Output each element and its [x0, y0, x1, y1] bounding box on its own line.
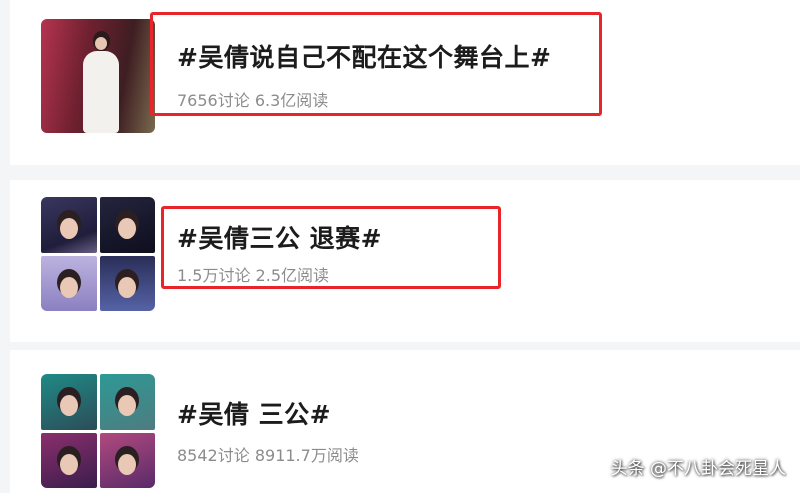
thumbnail-image — [99, 374, 155, 430]
topic-thumbnail-grid[interactable] — [41, 374, 155, 488]
topic-card-1[interactable]: #吴倩说自己不配在这个舞台上# 7656讨论 6.3亿阅读 — [10, 0, 800, 165]
topic-card-2[interactable]: #吴倩三公 退赛# 1.5万讨论 2.5亿阅读 — [10, 180, 800, 342]
thumbnail-image — [99, 197, 155, 253]
read-count: 8911.7万阅读 — [254, 446, 359, 465]
thumbnail-image — [99, 432, 155, 488]
stage-performer-image — [81, 31, 121, 133]
thumbnail-image — [41, 374, 97, 430]
thumbnail-image — [41, 432, 97, 488]
topic-title[interactable]: #吴倩 三公# — [177, 395, 331, 431]
thumbnail-image — [99, 255, 155, 311]
topic-stats: 8542讨论 8911.7万阅读 — [177, 442, 359, 466]
discussion-count: 8542讨论 — [177, 446, 250, 465]
red-highlight-box — [150, 12, 602, 116]
red-highlight-box — [161, 206, 501, 289]
watermark-text: 头条 @不八卦会死星人 — [610, 459, 786, 479]
topic-thumbnail-grid[interactable] — [41, 197, 155, 311]
thumbnail-image — [41, 197, 97, 253]
thumbnail-image — [41, 255, 97, 311]
topic-thumbnail[interactable] — [41, 19, 155, 133]
